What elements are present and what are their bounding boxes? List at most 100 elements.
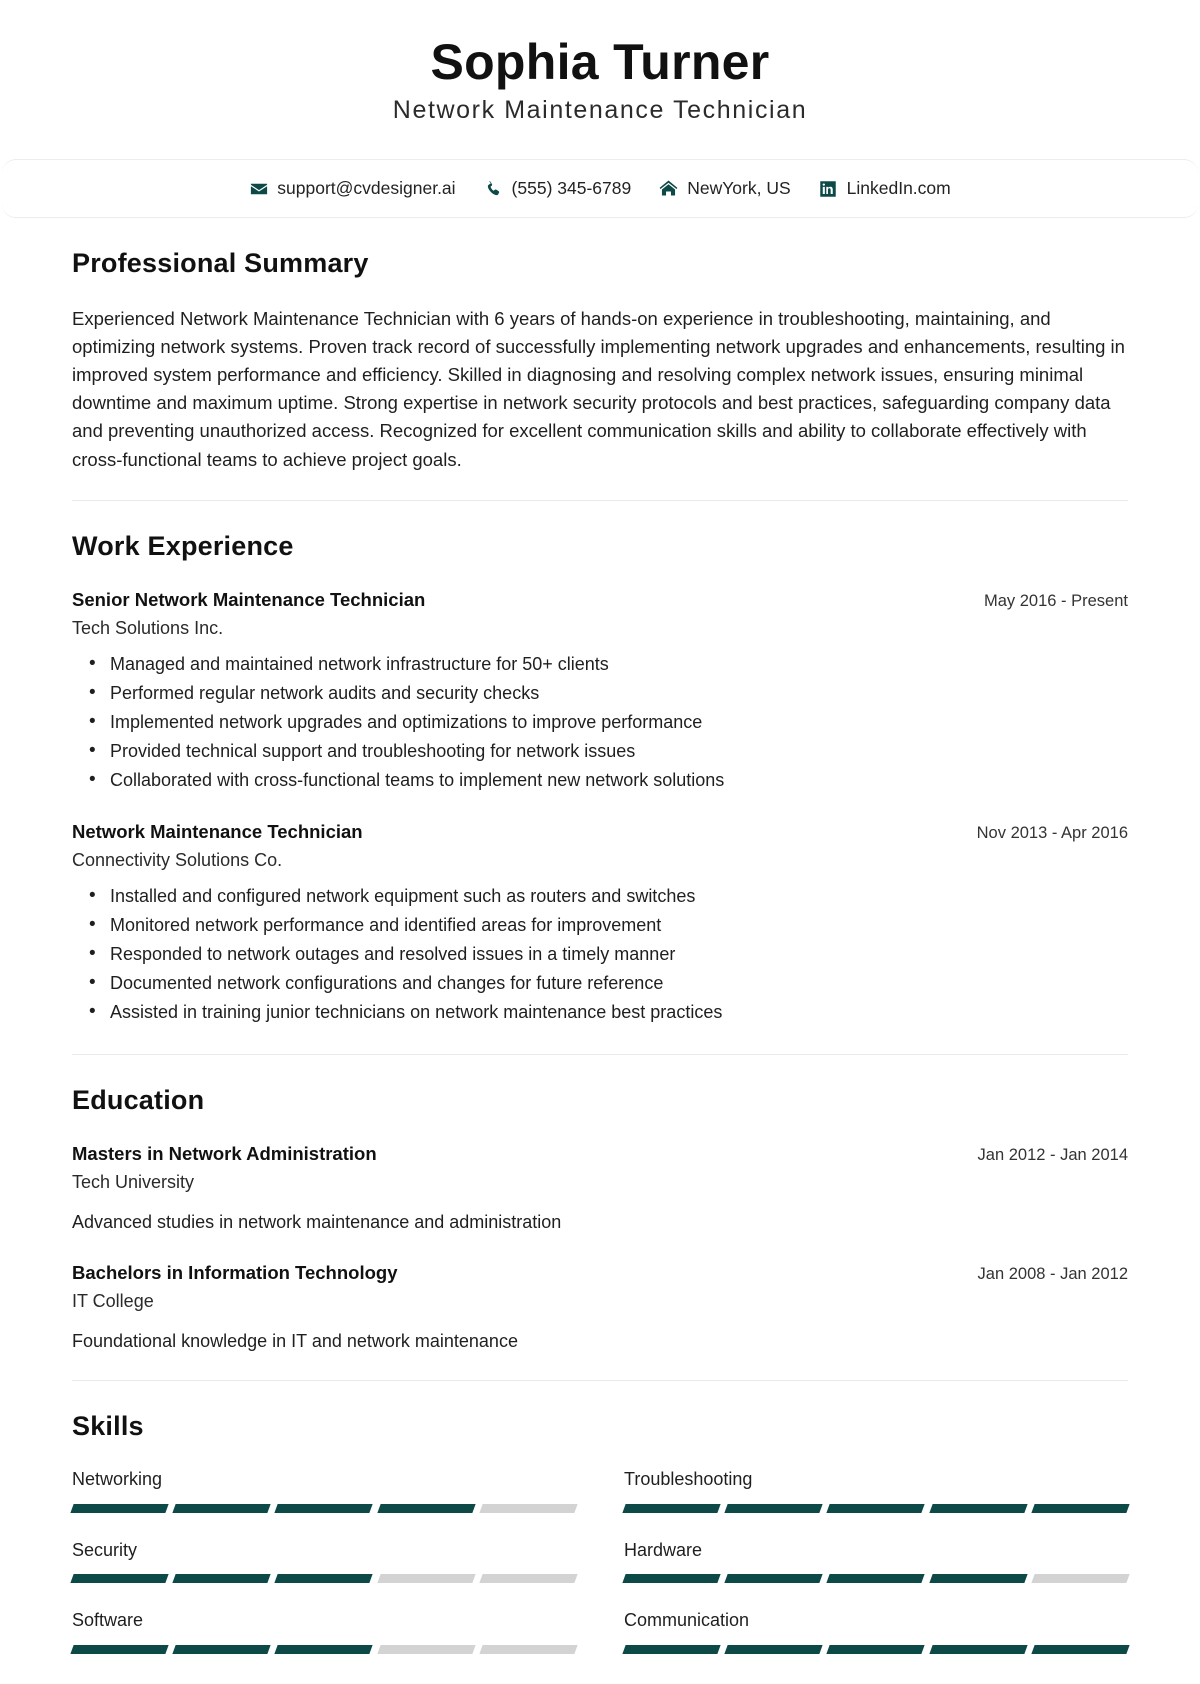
skill-item: Troubleshooting: [622, 1468, 1130, 1513]
contact-email[interactable]: support@cvdesigner.ai: [249, 178, 456, 199]
list-item: Managed and maintained network infrastru…: [89, 650, 1128, 679]
experience-company: Connectivity Solutions Co.: [72, 849, 283, 870]
skill-segment: [70, 1574, 169, 1584]
phone-icon: [484, 179, 503, 198]
skill-segment: [928, 1574, 1028, 1584]
skill-segment: [622, 1574, 721, 1584]
skill-segment: [172, 1574, 272, 1584]
skill-segment: [826, 1503, 926, 1513]
skill-item: Software: [70, 1609, 578, 1654]
skill-segment: [376, 1644, 476, 1654]
education-date-range: Jan 2008 - Jan 2012: [977, 1265, 1128, 1284]
contact-linkedin[interactable]: LinkedIn.com: [819, 178, 951, 199]
skill-rating-bar: [70, 1644, 578, 1654]
skill-segment: [479, 1574, 578, 1584]
experience-entry-head: Senior Network Maintenance Technician Ma…: [72, 588, 1128, 613]
skill-segment: [172, 1503, 272, 1513]
experience-job-title: Network Maintenance Technician: [72, 820, 363, 842]
skill-segment: [70, 1503, 169, 1513]
skill-segment: [70, 1644, 169, 1654]
skill-rating-bar: [622, 1574, 1130, 1584]
skill-segment: [274, 1574, 374, 1584]
skill-segment: [274, 1644, 374, 1654]
education-school: IT College: [72, 1291, 154, 1312]
experience-bullet-list: Managed and maintained network infrastru…: [72, 650, 1128, 795]
skill-rating-bar: [622, 1644, 1130, 1654]
section-skills: Skills Networking Troubleshooting Securi…: [0, 1380, 1200, 1679]
skill-segment: [622, 1644, 721, 1654]
contact-location-label: NewYork, US: [687, 178, 791, 198]
skill-label: Troubleshooting: [624, 1469, 753, 1490]
education-entry-head: Bachelors in Information Technology Jan …: [72, 1261, 1128, 1286]
contact-linkedin-label: LinkedIn.com: [846, 178, 951, 198]
education-entry: Bachelors in Information Technology Jan …: [72, 1261, 1128, 1354]
envelope-icon: [249, 179, 268, 198]
skill-item: Communication: [622, 1609, 1130, 1654]
list-item: Documented network configurations and ch…: [89, 969, 1128, 998]
list-item: Performed regular network audits and sec…: [89, 679, 1128, 708]
skill-segment: [928, 1644, 1028, 1654]
experience-entry-head: Network Maintenance Technician Nov 2013 …: [72, 820, 1128, 845]
list-item: Monitored network performance and identi…: [89, 911, 1128, 940]
experience-date-range: Nov 2013 - Apr 2016: [976, 823, 1128, 842]
experience-entry: Network Maintenance Technician Nov 2013 …: [72, 820, 1128, 1027]
linkedin-icon: [819, 179, 838, 198]
resume-page: Sophia Turner Network Maintenance Techni…: [0, 0, 1200, 1680]
skill-segment: [826, 1574, 926, 1584]
candidate-job-title: Network Maintenance Technician: [392, 96, 808, 124]
skill-segment: [376, 1574, 476, 1584]
skill-segment: [1031, 1574, 1130, 1584]
skill-segment: [724, 1644, 824, 1654]
education-description: Advanced studies in network maintenance …: [72, 1212, 562, 1233]
skill-segment: [479, 1503, 578, 1513]
skill-label: Networking: [72, 1469, 163, 1490]
skill-segment: [826, 1644, 926, 1654]
summary-text: Experienced Network Maintenance Technici…: [72, 308, 1125, 470]
experience-company: Tech Solutions Inc.: [72, 617, 224, 638]
skill-segment: [928, 1503, 1028, 1513]
skill-rating-bar: [622, 1503, 1130, 1513]
list-item: Implemented network upgrades and optimiz…: [89, 708, 1128, 737]
education-description: Foundational knowledge in IT and network…: [72, 1331, 518, 1352]
skill-label: Software: [72, 1610, 144, 1631]
contact-email-label: support@cvdesigner.ai: [277, 178, 456, 198]
skill-item: Hardware: [622, 1539, 1130, 1584]
experience-bullet-list: Installed and configured network equipme…: [72, 882, 1128, 1027]
skills-section-title: Skills: [72, 1411, 144, 1442]
list-item: Provided technical support and troublesh…: [89, 737, 1128, 766]
skill-segment: [724, 1503, 824, 1513]
experience-date-range: May 2016 - Present: [984, 591, 1128, 610]
education-date-range: Jan 2012 - Jan 2014: [977, 1145, 1128, 1164]
skill-segment: [1031, 1644, 1130, 1654]
experience-job-title: Senior Network Maintenance Technician: [72, 588, 426, 610]
skill-segment: [479, 1644, 578, 1654]
list-item: Responded to network outages and resolve…: [89, 940, 1128, 969]
contact-bar: support@cvdesigner.ai (555) 345-6789 New…: [2, 159, 1198, 218]
contact-location[interactable]: NewYork, US: [659, 178, 791, 199]
education-school: Tech University: [72, 1171, 195, 1192]
skill-rating-bar: [70, 1503, 578, 1513]
skill-segment: [274, 1503, 374, 1513]
contact-phone-label: (555) 345-6789: [511, 178, 632, 198]
section-professional-summary: Professional Summary Experienced Network…: [0, 218, 1200, 500]
skill-segment: [622, 1503, 721, 1513]
contact-phone[interactable]: (555) 345-6789: [484, 178, 632, 199]
home-icon: [659, 179, 678, 198]
skill-item: Networking: [70, 1468, 578, 1513]
list-item: Installed and configured network equipme…: [89, 882, 1128, 911]
experience-entry: Senior Network Maintenance Technician Ma…: [72, 588, 1128, 795]
skill-segment: [724, 1574, 824, 1584]
list-item: Assisted in training junior technicians …: [89, 998, 1128, 1027]
education-degree: Bachelors in Information Technology: [72, 1262, 398, 1284]
candidate-name: Sophia Turner: [430, 34, 770, 90]
section-work-experience: Work Experience Senior Network Maintenan…: [0, 499, 1200, 1054]
education-entry: Masters in Network Administration Jan 20…: [72, 1142, 1128, 1235]
list-item: Collaborated with cross-functional teams…: [89, 766, 1128, 795]
section-education: Education Masters in Network Administrat…: [0, 1053, 1200, 1381]
skill-rating-bar: [70, 1574, 578, 1584]
skill-segment: [172, 1644, 272, 1654]
skill-segment: [1031, 1503, 1130, 1513]
skills-grid: Networking Troubleshooting Security Hard…: [70, 1468, 1130, 1654]
education-section-title: Education: [72, 1084, 205, 1115]
skill-segment: [376, 1503, 476, 1513]
